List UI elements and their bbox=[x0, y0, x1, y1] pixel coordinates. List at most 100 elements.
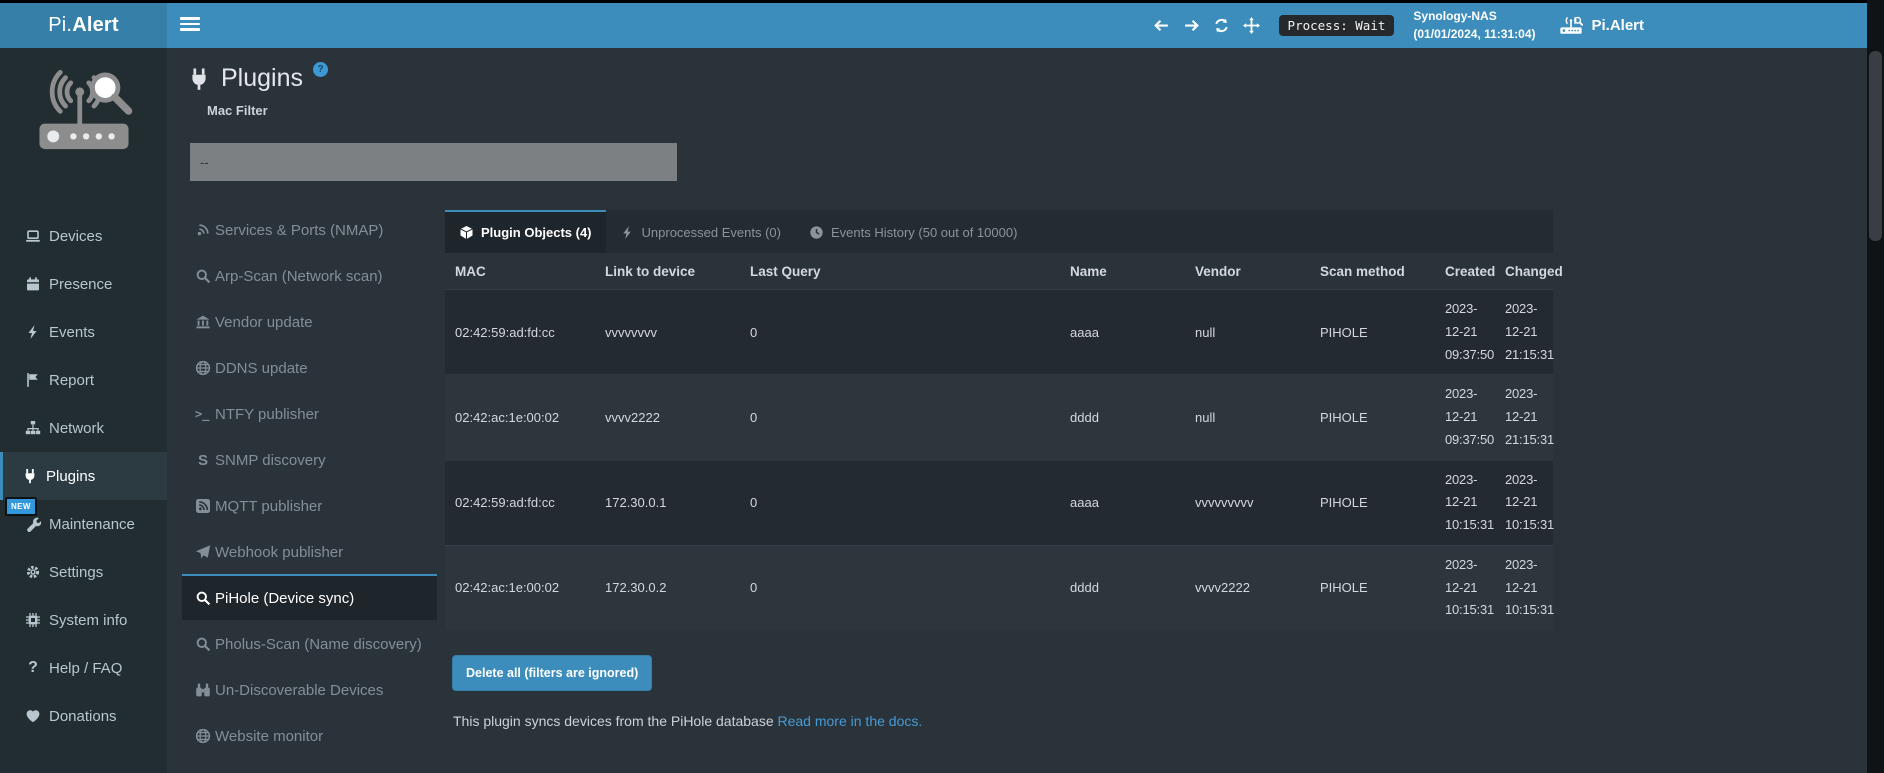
process-status-badge: Process: Wait bbox=[1279, 15, 1395, 36]
vendor-cell: vvvv2222 bbox=[1185, 545, 1310, 630]
table-header: MAC Link to device Last Query Name Vendo… bbox=[445, 253, 1553, 290]
tab-events-history[interactable]: Events History (50 out of 10000) bbox=[795, 210, 1031, 253]
pialert-logo-image bbox=[31, 64, 137, 160]
column-header-changed[interactable]: Changed bbox=[1495, 253, 1553, 290]
mac-link[interactable]: 02:42:59:ad:fd:cc bbox=[445, 290, 595, 375]
name-cell: dddd bbox=[1060, 545, 1185, 630]
terminal-icon: >_ bbox=[195, 407, 211, 421]
sidebar-toggle-icon[interactable] bbox=[180, 17, 200, 33]
plugin-nav-item-snmp[interactable]: S SNMP discovery bbox=[182, 436, 437, 482]
laptop-icon bbox=[25, 228, 41, 244]
name-cell: dddd bbox=[1060, 375, 1185, 460]
mac-link[interactable]: 02:42:ac:1e:00:02 bbox=[445, 545, 595, 630]
last-query-cell: 0 bbox=[740, 460, 1060, 545]
created-cell: 2023-12-2110:15:31 bbox=[1435, 460, 1495, 545]
last-query-cell: 0 bbox=[740, 375, 1060, 460]
plugin-nav-item-ddns[interactable]: DDNS update bbox=[182, 344, 437, 390]
plugin-nav-item-website-monitor[interactable]: Website monitor bbox=[182, 712, 437, 758]
bolt-icon bbox=[620, 225, 635, 240]
binoculars-icon bbox=[195, 682, 211, 698]
read-more-link[interactable]: Read more in the docs. bbox=[778, 713, 923, 729]
fullscreen-move-icon[interactable] bbox=[1243, 17, 1260, 34]
table-row: 02:42:59:ad:fd:cc vvvvvvvv 0 aaaa null P… bbox=[445, 290, 1553, 375]
mac-filter-input[interactable] bbox=[190, 143, 677, 181]
column-header-created[interactable]: Created bbox=[1435, 253, 1495, 290]
refresh-icon[interactable] bbox=[1213, 17, 1230, 34]
plugin-nav: Services & Ports (NMAP) Arp-Scan (Networ… bbox=[182, 206, 437, 758]
plugin-nav-item-pholus[interactable]: Pholus-Scan (Name discovery) bbox=[182, 620, 437, 666]
column-header-scan-method[interactable]: Scan method bbox=[1310, 253, 1435, 290]
scan-method-cell: PIHOLE bbox=[1310, 545, 1435, 630]
plugin-nav-item-undiscoverable[interactable]: Un-Discoverable Devices bbox=[182, 666, 437, 712]
column-header-link[interactable]: Link to device bbox=[595, 253, 740, 290]
column-header-name[interactable]: Name bbox=[1060, 253, 1185, 290]
brand-label: Pi.Alert bbox=[1591, 17, 1644, 34]
sidebar-item-presence[interactable]: Presence bbox=[0, 260, 167, 308]
sidebar-item-plugins[interactable]: Plugins bbox=[0, 452, 167, 500]
sidebar-item-settings[interactable]: Settings bbox=[0, 548, 167, 596]
sidebar-item-donations[interactable]: Donations bbox=[0, 692, 167, 740]
help-badge[interactable]: ? bbox=[313, 62, 328, 77]
plugin-description-text: This plugin syncs devices from the PiHol… bbox=[453, 713, 774, 729]
wrench-icon bbox=[25, 516, 41, 532]
last-query-cell: 0 bbox=[740, 545, 1060, 630]
plugin-nav-item-arpscan[interactable]: Arp-Scan (Network scan) bbox=[182, 252, 437, 298]
host-name: Synology-NAS bbox=[1413, 8, 1535, 25]
sidebar-item-system-info[interactable]: System info bbox=[0, 596, 167, 644]
device-link[interactable]: vvvv2222 bbox=[595, 375, 740, 460]
sidebar-item-network[interactable]: Network bbox=[0, 404, 167, 452]
plugin-nav-item-ntfy[interactable]: >_ NTFY publisher bbox=[182, 390, 437, 436]
plugin-nav-item-pihole[interactable]: PiHole (Device sync) bbox=[182, 574, 437, 620]
sidebar-item-report[interactable]: Report bbox=[0, 356, 167, 404]
device-link[interactable]: 172.30.0.1 bbox=[595, 460, 740, 545]
brand: Pi.Alert bbox=[1558, 16, 1644, 35]
sidebar: Devices Presence Events Report Network P… bbox=[0, 48, 167, 773]
table-row: 02:42:59:ad:fd:cc 172.30.0.1 0 aaaa vvvv… bbox=[445, 460, 1553, 545]
device-link[interactable]: vvvvvvvv bbox=[595, 290, 740, 375]
new-feature-badge: NEW bbox=[5, 497, 37, 516]
vendor-cell: null bbox=[1185, 375, 1310, 460]
plugin-nav-item-mqtt[interactable]: MQTT publisher bbox=[182, 482, 437, 528]
delete-all-button[interactable]: Delete all (filters are ignored) bbox=[452, 655, 652, 691]
scrollbar-thumb[interactable] bbox=[1869, 51, 1882, 241]
app-logo[interactable]: Pi.Alert bbox=[0, 3, 167, 48]
sidebar-item-help-faq[interactable]: ? Help / FAQ bbox=[0, 644, 167, 692]
changed-cell: 2023-12-2121:15:31 bbox=[1495, 290, 1553, 375]
s-icon: S bbox=[195, 452, 211, 469]
paper-plane-icon bbox=[195, 544, 211, 560]
topbar-actions: Process: Wait Synology-NAS (01/01/2024, … bbox=[1153, 3, 1644, 48]
plugin-description: This plugin syncs devices from the PiHol… bbox=[453, 713, 1553, 729]
created-cell: 2023-12-2109:37:50 bbox=[1435, 375, 1495, 460]
tab-unprocessed-events[interactable]: Unprocessed Events (0) bbox=[606, 210, 795, 253]
mac-link[interactable]: 02:42:59:ad:fd:cc bbox=[445, 460, 595, 545]
sitemap-icon bbox=[25, 420, 41, 436]
plugin-nav-item-webhook[interactable]: Webhook publisher bbox=[182, 528, 437, 574]
scan-method-cell: PIHOLE bbox=[1310, 460, 1435, 545]
mac-link[interactable]: 02:42:ac:1e:00:02 bbox=[445, 375, 595, 460]
sidebar-item-events[interactable]: Events bbox=[0, 308, 167, 356]
sidebar-item-devices[interactable]: Devices bbox=[0, 212, 167, 260]
device-link[interactable]: 172.30.0.2 bbox=[595, 545, 740, 630]
column-header-mac[interactable]: MAC bbox=[445, 253, 595, 290]
search-icon bbox=[195, 268, 211, 284]
plugin-nav-item-vendor-update[interactable]: Vendor update bbox=[182, 298, 437, 344]
nav-back-icon[interactable] bbox=[1153, 17, 1170, 34]
column-header-last-query[interactable]: Last Query bbox=[740, 253, 1060, 290]
table-row: 02:42:ac:1e:00:02 vvvv2222 0 dddd null P… bbox=[445, 375, 1553, 460]
plugin-panel: Plugin Objects (4) Unprocessed Events (0… bbox=[445, 210, 1553, 729]
rss-icon bbox=[195, 498, 211, 514]
changed-cell: 2023-12-2121:15:31 bbox=[1495, 375, 1553, 460]
calendar-icon bbox=[25, 276, 41, 292]
page-scrollbar[interactable] bbox=[1867, 0, 1884, 773]
table-row: 02:42:ac:1e:00:02 172.30.0.2 0 dddd vvvv… bbox=[445, 545, 1553, 630]
heart-icon bbox=[25, 708, 41, 724]
top-navbar: Pi.Alert Process: Wait Synology-NAS (01/… bbox=[0, 0, 1884, 48]
vendor-cell: null bbox=[1185, 290, 1310, 375]
cube-icon bbox=[459, 225, 474, 240]
host-timestamp: (01/01/2024, 11:31:04) bbox=[1413, 26, 1535, 43]
column-header-vendor[interactable]: Vendor bbox=[1185, 253, 1310, 290]
plugin-nav-item-nmap[interactable]: Services & Ports (NMAP) bbox=[182, 206, 437, 252]
tab-plugin-objects[interactable]: Plugin Objects (4) bbox=[445, 210, 606, 253]
nav-forward-icon[interactable] bbox=[1183, 17, 1200, 34]
plugin-objects-table: MAC Link to device Last Query Name Vendo… bbox=[445, 253, 1553, 630]
